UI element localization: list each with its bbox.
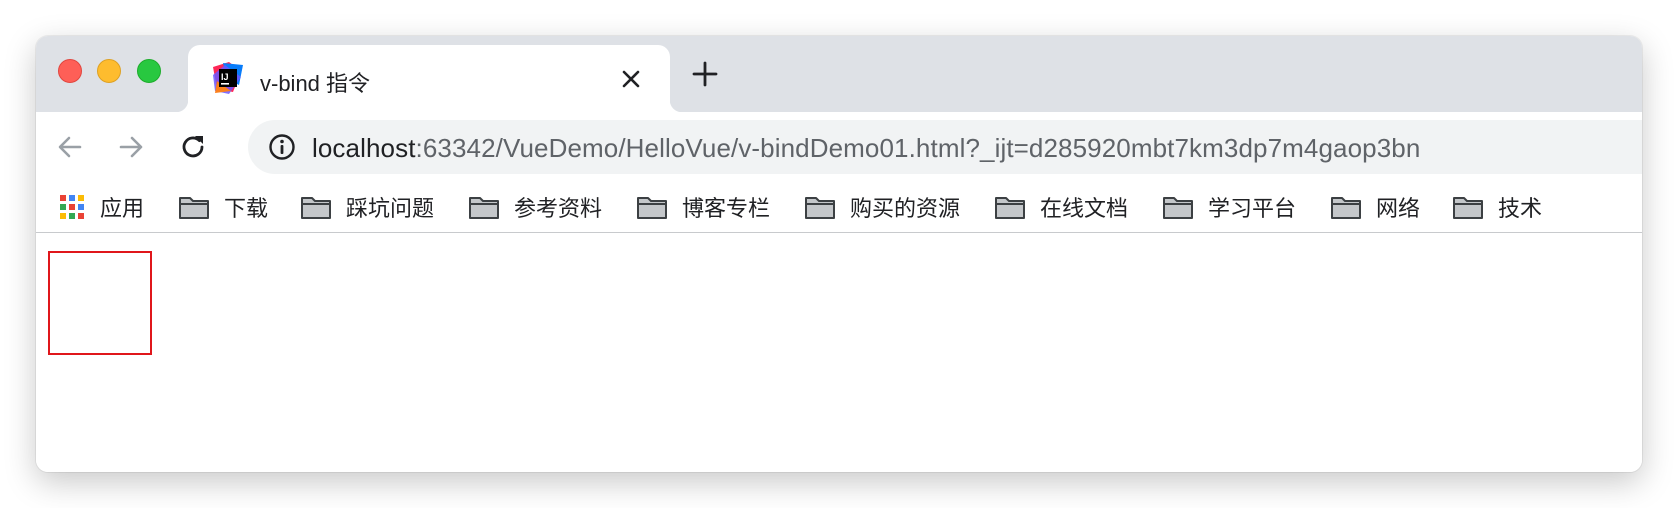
bound-style-box [48,251,152,355]
bookmarks-bar: 应用 下载 踩坑问题 参考资料 博客专栏 购买的资源 在线文档 学习平台 网络 … [36,182,1642,233]
arrow-right-icon [119,136,143,158]
close-icon [622,70,640,88]
bookmark-folder[interactable]: 踩坑问题 [300,192,434,222]
bookmark-label: 下载 [224,196,269,221]
bookmark-folder[interactable]: 购买的资源 [804,192,960,222]
close-window-button[interactable] [58,59,82,83]
bookmark-label: 应用 [100,196,145,221]
folder-icon [1163,197,1193,219]
svg-text:IJ: IJ [221,72,229,82]
bookmark-label: 购买的资源 [850,196,961,221]
address-bar[interactable]: localhost:63342/VueDemo/HelloVue/v-bindD… [248,120,1642,174]
info-icon[interactable] [268,133,296,161]
new-tab-button[interactable] [689,58,721,90]
folder-icon [469,197,499,219]
folder-icon [637,197,667,219]
bookmark-label: 踩坑问题 [346,196,435,221]
bookmark-label: 博客专栏 [682,196,771,221]
apps-grid-icon [60,195,84,219]
active-tab[interactable]: IJ v-bind 指令 [176,45,682,112]
folder-icon [995,197,1025,219]
bookmark-folder[interactable]: 网络 [1330,192,1420,222]
arrow-left-icon [58,136,82,158]
bookmark-folder[interactable]: 博客专栏 [636,192,770,222]
folder-icon [301,197,331,219]
folder-icon [1453,197,1483,219]
forward-button[interactable] [111,127,151,167]
url-text[interactable]: localhost:63342/VueDemo/HelloVue/v-bindD… [312,133,1420,164]
intellij-idea-icon: IJ [213,62,243,94]
folder-icon [805,197,835,219]
bookmark-label: 学习平台 [1208,196,1297,221]
tab-title: v-bind 指令 [260,71,371,96]
bookmark-folder[interactable]: 技术 [1452,192,1542,222]
browser-toolbar: localhost:63342/VueDemo/HelloVue/v-bindD… [36,112,1642,182]
bookmark-folder[interactable]: 下载 [178,192,268,222]
bookmark-label: 网络 [1376,196,1421,221]
url-path: :63342/VueDemo/HelloVue/v-bindDemo01.htm… [415,133,1421,163]
bookmark-folder[interactable]: 参考资料 [468,192,602,222]
folder-icon [179,197,209,219]
bookmark-label: 参考资料 [514,196,603,221]
bookmark-apps[interactable]: 应用 [60,192,144,222]
folder-icon [1331,197,1361,219]
bookmark-label: 技术 [1498,196,1543,221]
reload-icon [182,136,204,158]
bookmark-folder[interactable]: 在线文档 [994,192,1128,222]
close-tab-button[interactable] [617,65,645,93]
bookmark-label: 在线文档 [1040,196,1129,221]
reload-button[interactable] [173,127,213,167]
maximize-window-button[interactable] [137,59,161,83]
tab-strip: IJ v-bind 指令 [36,36,1642,112]
browser-window: IJ v-bind 指令 localhost:63342/VueDemo/Hel… [36,36,1642,472]
minimize-window-button[interactable] [97,59,121,83]
plus-icon [692,61,718,87]
back-button[interactable] [50,127,90,167]
page-content [36,233,1642,472]
bookmark-folder[interactable]: 学习平台 [1162,192,1296,222]
url-host: localhost [312,133,416,163]
